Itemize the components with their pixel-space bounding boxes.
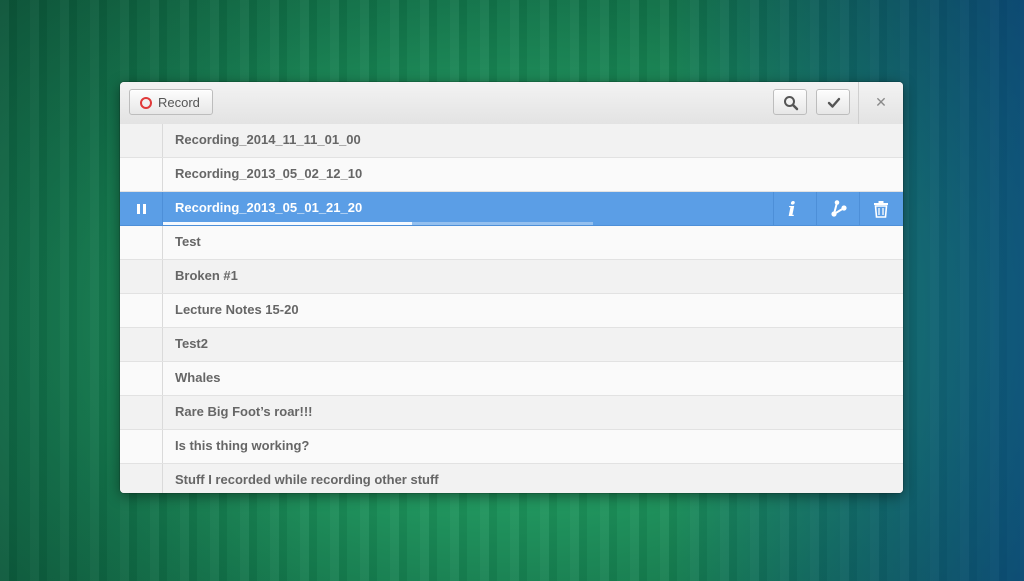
info-icon: i bbox=[788, 197, 796, 221]
recording-name: Test bbox=[175, 234, 201, 249]
record-label: Record bbox=[158, 95, 200, 110]
pause-button[interactable] bbox=[120, 192, 163, 225]
recorder-window: Record ✕ Recording_2014_11_11_01_00 Reco… bbox=[120, 82, 903, 493]
close-icon: ✕ bbox=[875, 95, 887, 111]
recording-name: Is this thing working? bbox=[175, 438, 310, 453]
row-gutter bbox=[120, 226, 163, 259]
row-gutter bbox=[120, 362, 163, 395]
search-button[interactable] bbox=[773, 89, 807, 115]
share-button[interactable] bbox=[816, 192, 858, 226]
delete-button[interactable] bbox=[859, 192, 901, 226]
share-icon bbox=[831, 200, 847, 217]
recordings-list: Recording_2014_11_11_01_00 Recording_201… bbox=[120, 124, 903, 493]
recording-name: Whales bbox=[175, 370, 221, 385]
list-item[interactable]: Test bbox=[120, 226, 903, 260]
recording-name: Broken #1 bbox=[175, 268, 238, 283]
list-item[interactable]: Lecture Notes 15-20 bbox=[120, 294, 903, 328]
record-icon bbox=[140, 97, 152, 109]
list-item[interactable]: Test2 bbox=[120, 328, 903, 362]
recording-name: Recording_2013_05_02_12_10 bbox=[175, 166, 363, 181]
checkmark-icon bbox=[827, 97, 841, 108]
row-gutter bbox=[120, 260, 163, 293]
row-gutter bbox=[120, 158, 163, 191]
row-gutter bbox=[120, 124, 163, 157]
row-gutter bbox=[120, 464, 163, 493]
list-item[interactable]: Rare Big Foot’s roar!!! bbox=[120, 396, 903, 430]
recording-name: Lecture Notes 15-20 bbox=[175, 302, 299, 317]
list-item[interactable]: Is this thing working? bbox=[120, 430, 903, 464]
row-gutter bbox=[120, 430, 163, 463]
list-item[interactable]: Whales bbox=[120, 362, 903, 396]
recording-name: Rare Big Foot’s roar!!! bbox=[175, 404, 313, 419]
done-button[interactable] bbox=[816, 89, 850, 115]
trash-icon bbox=[874, 201, 888, 218]
search-icon bbox=[784, 96, 799, 111]
recording-name: Stuff I recorded while recording other s… bbox=[175, 472, 439, 487]
pause-icon bbox=[137, 204, 146, 214]
list-item[interactable]: Broken #1 bbox=[120, 260, 903, 294]
header-separator bbox=[858, 82, 859, 124]
recording-name: Recording_2013_05_01_21_20 bbox=[175, 200, 363, 215]
row-gutter bbox=[120, 396, 163, 429]
row-gutter bbox=[120, 328, 163, 361]
list-item-selected[interactable]: Recording_2013_05_01_21_20 i bbox=[120, 192, 903, 226]
list-item[interactable]: Recording_2014_11_11_01_00 bbox=[120, 124, 903, 158]
list-item[interactable]: Recording_2013_05_02_12_10 bbox=[120, 158, 903, 192]
recording-name: Test2 bbox=[175, 336, 208, 351]
record-button[interactable]: Record bbox=[129, 89, 213, 115]
playback-progress[interactable] bbox=[163, 222, 593, 225]
row-gutter bbox=[120, 294, 163, 327]
recording-name: Recording_2014_11_11_01_00 bbox=[175, 132, 361, 147]
close-button[interactable]: ✕ bbox=[869, 93, 893, 113]
list-item[interactable]: Stuff I recorded while recording other s… bbox=[120, 464, 903, 493]
info-button[interactable]: i bbox=[773, 192, 815, 226]
playback-progress-fill bbox=[163, 222, 413, 225]
header-bar: Record ✕ bbox=[120, 82, 903, 125]
